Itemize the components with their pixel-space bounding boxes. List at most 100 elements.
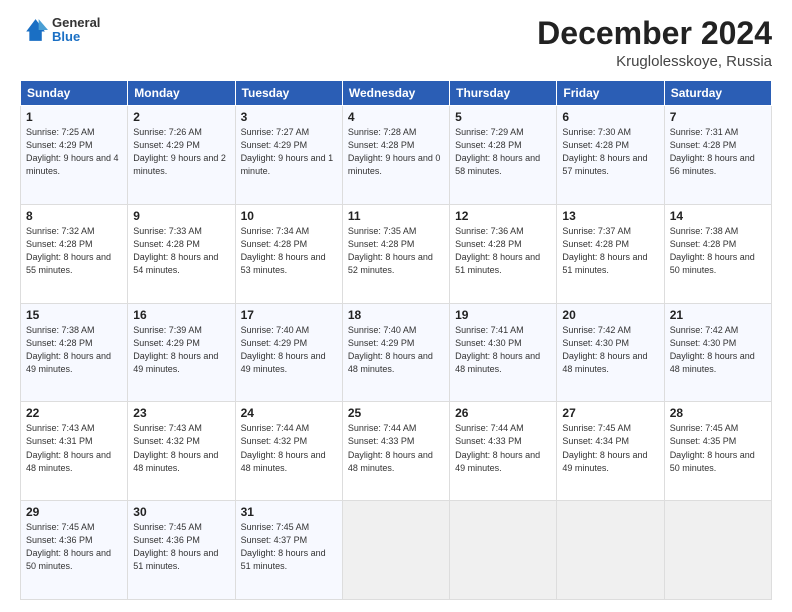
header: General Blue December 2024 Kruglolesskoy… (20, 16, 772, 70)
calendar-cell: 26 Sunrise: 7:44 AMSunset: 4:33 PMDayligh… (450, 402, 557, 501)
day-number: 18 (348, 308, 444, 322)
calendar-cell: 19Sunrise: 7:41 AMSunset: 4:30 PMDayligh… (450, 303, 557, 402)
cell-content: Sunrise: 7:31 AMSunset: 4:28 PMDaylight:… (670, 127, 755, 176)
day-number: 10 (241, 209, 337, 223)
calendar-cell: 22 Sunrise: 7:43 AMSunset: 4:31 PMDayligh… (21, 402, 128, 501)
day-number: 13 (562, 209, 658, 223)
calendar-cell: 12Sunrise: 7:36 AMSunset: 4:28 PMDayligh… (450, 204, 557, 303)
logo: General Blue (20, 16, 100, 45)
logo-text: General Blue (52, 16, 100, 45)
calendar-cell: 29 Sunrise: 7:45 AMSunset: 4:36 PMDayligh… (21, 501, 128, 600)
day-number: 7 (670, 110, 766, 124)
cell-content: Sunrise: 7:37 AMSunset: 4:28 PMDaylight:… (562, 226, 647, 275)
cell-content: Sunrise: 7:42 AMSunset: 4:30 PMDaylight:… (670, 325, 755, 374)
cell-content: Sunrise: 7:30 AMSunset: 4:28 PMDaylight:… (562, 127, 647, 176)
day-number: 22 (26, 406, 122, 420)
calendar-cell: 6 Sunrise: 7:30 AMSunset: 4:28 PMDaylight… (557, 106, 664, 205)
logo-general: General (52, 16, 100, 30)
day-number: 9 (133, 209, 229, 223)
cell-content: Sunrise: 7:29 AMSunset: 4:28 PMDaylight:… (455, 127, 540, 176)
day-number: 30 (133, 505, 229, 519)
day-number: 29 (26, 505, 122, 519)
weekday-header-row: SundayMondayTuesdayWednesdayThursdayFrid… (21, 81, 772, 106)
cell-content: Sunrise: 7:25 AMSunset: 4:29 PMDaylight:… (26, 127, 119, 176)
weekday-header-sunday: Sunday (21, 81, 128, 106)
weekday-header-tuesday: Tuesday (235, 81, 342, 106)
day-number: 1 (26, 110, 122, 124)
day-number: 11 (348, 209, 444, 223)
calendar-cell: 25Sunrise: 7:44 AMSunset: 4:33 PMDayligh… (342, 402, 449, 501)
calendar-week-2: 8Sunrise: 7:32 AMSunset: 4:28 PMDaylight… (21, 204, 772, 303)
calendar-cell: 8Sunrise: 7:32 AMSunset: 4:28 PMDaylight… (21, 204, 128, 303)
calendar-cell: 15Sunrise: 7:38 AMSunset: 4:28 PMDayligh… (21, 303, 128, 402)
calendar-week-3: 15Sunrise: 7:38 AMSunset: 4:28 PMDayligh… (21, 303, 772, 402)
day-number: 5 (455, 110, 551, 124)
weekday-header-friday: Friday (557, 81, 664, 106)
weekday-header-saturday: Saturday (664, 81, 771, 106)
calendar-cell: 20 Sunrise: 7:42 AMSunset: 4:30 PMDayligh… (557, 303, 664, 402)
day-number: 21 (670, 308, 766, 322)
calendar-cell: 28Sunrise: 7:45 AMSunset: 4:35 PMDayligh… (664, 402, 771, 501)
cell-content: Sunrise: 7:38 AMSunset: 4:28 PMDaylight:… (670, 226, 755, 275)
title-month: December 2024 (537, 16, 772, 51)
cell-content: Sunrise: 7:32 AMSunset: 4:28 PMDaylight:… (26, 226, 111, 275)
cell-content: Sunrise: 7:35 AMSunset: 4:28 PMDaylight:… (348, 226, 433, 275)
calendar-cell: 9 Sunrise: 7:33 AMSunset: 4:28 PMDaylight… (128, 204, 235, 303)
calendar-cell: 1 Sunrise: 7:25 AMSunset: 4:29 PMDaylight… (21, 106, 128, 205)
cell-content: Sunrise: 7:44 AMSunset: 4:32 PMDaylight:… (241, 423, 326, 472)
page: General Blue December 2024 Kruglolesskoy… (0, 0, 792, 612)
cell-content: Sunrise: 7:45 AMSunset: 4:36 PMDaylight:… (133, 522, 218, 571)
title-location: Kruglolesskoye, Russia (537, 53, 772, 70)
calendar-cell: 31 Sunrise: 7:45 AMSunset: 4:37 PMDayligh… (235, 501, 342, 600)
cell-content: Sunrise: 7:43 AMSunset: 4:31 PMDaylight:… (26, 423, 111, 472)
cell-content: Sunrise: 7:27 AMSunset: 4:29 PMDaylight:… (241, 127, 334, 176)
cell-content: Sunrise: 7:45 AMSunset: 4:37 PMDaylight:… (241, 522, 326, 571)
day-number: 6 (562, 110, 658, 124)
cell-content: Sunrise: 7:43 AMSunset: 4:32 PMDaylight:… (133, 423, 218, 472)
cell-content: Sunrise: 7:34 AMSunset: 4:28 PMDaylight:… (241, 226, 326, 275)
cell-content: Sunrise: 7:44 AMSunset: 4:33 PMDaylight:… (455, 423, 540, 472)
calendar-cell: 4 Sunrise: 7:28 AMSunset: 4:28 PMDaylight… (342, 106, 449, 205)
day-number: 24 (241, 406, 337, 420)
logo-icon (20, 16, 48, 44)
cell-content: Sunrise: 7:33 AMSunset: 4:28 PMDaylight:… (133, 226, 218, 275)
cell-content: Sunrise: 7:42 AMSunset: 4:30 PMDaylight:… (562, 325, 647, 374)
weekday-header-thursday: Thursday (450, 81, 557, 106)
calendar-cell (664, 501, 771, 600)
cell-content: Sunrise: 7:45 AMSunset: 4:35 PMDaylight:… (670, 423, 755, 472)
day-number: 20 (562, 308, 658, 322)
calendar-cell: 18 Sunrise: 7:40 AMSunset: 4:29 PMDayligh… (342, 303, 449, 402)
title-block: December 2024 Kruglolesskoye, Russia (537, 16, 772, 70)
calendar-cell: 7 Sunrise: 7:31 AMSunset: 4:28 PMDaylight… (664, 106, 771, 205)
cell-content: Sunrise: 7:40 AMSunset: 4:29 PMDaylight:… (348, 325, 433, 374)
calendar-cell: 24 Sunrise: 7:44 AMSunset: 4:32 PMDayligh… (235, 402, 342, 501)
calendar-cell: 2Sunrise: 7:26 AMSunset: 4:29 PMDaylight… (128, 106, 235, 205)
calendar-cell: 16Sunrise: 7:39 AMSunset: 4:29 PMDayligh… (128, 303, 235, 402)
day-number: 4 (348, 110, 444, 124)
logo-blue: Blue (52, 30, 100, 44)
day-number: 14 (670, 209, 766, 223)
day-number: 2 (133, 110, 229, 124)
calendar-cell: 23 Sunrise: 7:43 AMSunset: 4:32 PMDayligh… (128, 402, 235, 501)
day-number: 26 (455, 406, 551, 420)
calendar-week-5: 29 Sunrise: 7:45 AMSunset: 4:36 PMDayligh… (21, 501, 772, 600)
calendar-cell: 17Sunrise: 7:40 AMSunset: 4:29 PMDayligh… (235, 303, 342, 402)
weekday-header-monday: Monday (128, 81, 235, 106)
calendar-cell: 10 Sunrise: 7:34 AMSunset: 4:28 PMDayligh… (235, 204, 342, 303)
day-number: 31 (241, 505, 337, 519)
cell-content: Sunrise: 7:40 AMSunset: 4:29 PMDaylight:… (241, 325, 326, 374)
calendar-cell: 11 Sunrise: 7:35 AMSunset: 4:28 PMDayligh… (342, 204, 449, 303)
day-number: 3 (241, 110, 337, 124)
cell-content: Sunrise: 7:38 AMSunset: 4:28 PMDaylight:… (26, 325, 111, 374)
calendar-table: SundayMondayTuesdayWednesdayThursdayFrid… (20, 80, 772, 600)
cell-content: Sunrise: 7:44 AMSunset: 4:33 PMDaylight:… (348, 423, 433, 472)
day-number: 23 (133, 406, 229, 420)
cell-content: Sunrise: 7:39 AMSunset: 4:29 PMDaylight:… (133, 325, 218, 374)
day-number: 12 (455, 209, 551, 223)
cell-content: Sunrise: 7:41 AMSunset: 4:30 PMDaylight:… (455, 325, 540, 374)
calendar-cell: 3 Sunrise: 7:27 AMSunset: 4:29 PMDaylight… (235, 106, 342, 205)
cell-content: Sunrise: 7:45 AMSunset: 4:36 PMDaylight:… (26, 522, 111, 571)
calendar-cell: 27Sunrise: 7:45 AMSunset: 4:34 PMDayligh… (557, 402, 664, 501)
cell-content: Sunrise: 7:28 AMSunset: 4:28 PMDaylight:… (348, 127, 441, 176)
cell-content: Sunrise: 7:45 AMSunset: 4:34 PMDaylight:… (562, 423, 647, 472)
